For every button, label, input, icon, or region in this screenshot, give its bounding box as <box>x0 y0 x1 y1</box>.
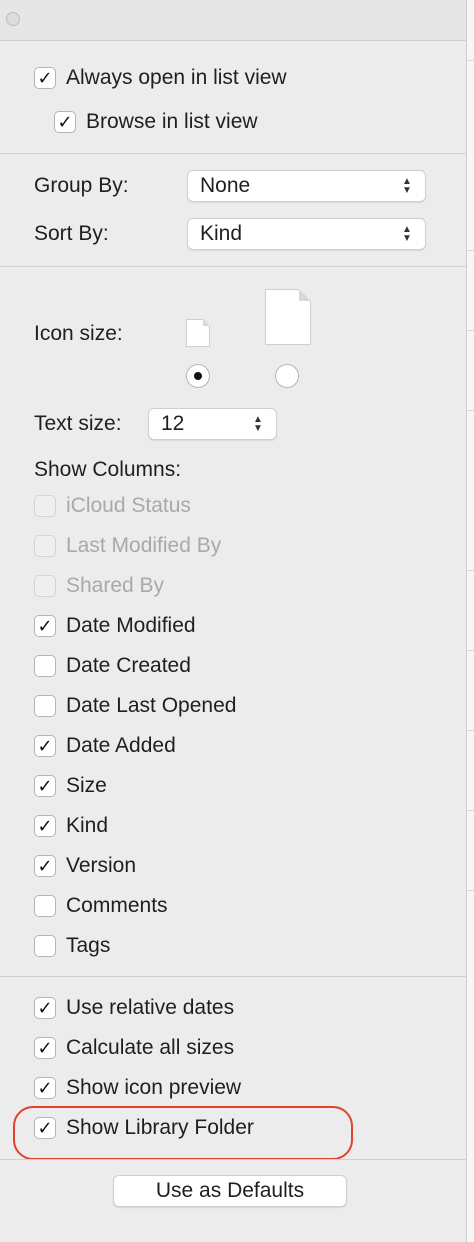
bg-line <box>467 890 474 891</box>
column-label: Last Modified By <box>66 534 222 557</box>
bg-line <box>467 650 474 651</box>
view-options-panel: ✓ Always open in list view ✓ Browse in l… <box>0 0 466 1242</box>
radio-selected-dot <box>194 372 202 380</box>
column-option: Shared By <box>34 572 164 600</box>
bg-line <box>467 60 474 61</box>
group-by-value: None <box>200 174 251 197</box>
large-document-icon <box>265 289 311 345</box>
column-checkbox[interactable] <box>34 935 56 957</box>
column-checkbox[interactable] <box>34 895 56 917</box>
column-label: Version <box>66 854 137 877</box>
column-checkbox[interactable]: ✓ <box>34 775 56 797</box>
text-size-value: 12 <box>161 412 185 435</box>
highlight-annotation <box>13 1106 353 1160</box>
chevron-updown-icon: ▲ ▼ <box>402 224 412 244</box>
option-checkbox[interactable]: ✓ <box>34 1077 56 1099</box>
option-label: Use relative dates <box>66 996 235 1019</box>
divider <box>0 266 466 267</box>
bg-line <box>467 250 474 251</box>
column-option[interactable]: Comments <box>34 892 168 920</box>
column-label: iCloud Status <box>66 494 191 517</box>
group-by-select[interactable]: None ▲ ▼ <box>187 170 426 202</box>
small-document-icon <box>186 319 210 347</box>
column-option[interactable]: Date Last Opened <box>34 692 236 720</box>
text-size-label: Text size: <box>34 412 122 435</box>
column-checkbox <box>34 535 56 557</box>
column-label: Date Last Opened <box>66 694 237 717</box>
column-label: Date Created <box>66 654 191 677</box>
column-label: Size <box>66 774 107 797</box>
divider <box>0 1159 466 1160</box>
column-label: Date Added <box>66 734 176 757</box>
column-label: Date Modified <box>66 614 196 637</box>
option-checkbox[interactable]: ✓ <box>34 1037 56 1059</box>
chevron-updown-icon: ▲ ▼ <box>402 176 412 196</box>
column-label: Kind <box>66 814 109 837</box>
show-columns-label: Show Columns: <box>34 458 182 481</box>
divider <box>0 153 466 154</box>
column-checkbox[interactable]: ✓ <box>34 855 56 877</box>
option-checkbox[interactable]: ✓ <box>34 997 56 1019</box>
always-open-checkbox[interactable]: ✓ <box>34 67 56 89</box>
column-checkbox[interactable] <box>34 655 56 677</box>
option-label: Show icon preview <box>66 1076 242 1099</box>
chevron-updown-icon: ▲ ▼ <box>253 414 263 434</box>
column-option[interactable]: Date Created <box>34 652 191 680</box>
browse-label: Browse in list view <box>86 110 258 133</box>
title-bar <box>0 0 466 41</box>
column-option[interactable]: ✓ Date Added <box>34 732 176 760</box>
bg-line <box>467 810 474 811</box>
column-checkbox <box>34 495 56 517</box>
column-option[interactable]: ✓ Version <box>34 852 136 880</box>
bg-line <box>467 330 474 331</box>
column-label: Comments <box>66 894 168 917</box>
text-size-select[interactable]: 12 ▲ ▼ <box>148 408 277 440</box>
sort-by-label: Sort By: <box>34 222 109 245</box>
sort-by-value: Kind <box>200 222 243 245</box>
bg-line <box>467 410 474 411</box>
icon-size-large-radio[interactable] <box>275 364 299 388</box>
column-option[interactable]: ✓ Date Modified <box>34 612 196 640</box>
divider <box>0 976 466 977</box>
column-checkbox[interactable]: ✓ <box>34 815 56 837</box>
column-checkbox[interactable]: ✓ <box>34 615 56 637</box>
column-checkbox <box>34 575 56 597</box>
icon-size-small-radio[interactable] <box>186 364 210 388</box>
option-row[interactable]: ✓ Calculate all sizes <box>34 1034 234 1062</box>
column-checkbox[interactable] <box>34 695 56 717</box>
use-as-defaults-button[interactable]: Use as Defaults <box>113 1175 347 1207</box>
bg-line <box>467 730 474 731</box>
background-window <box>466 0 474 1242</box>
bg-line <box>467 570 474 571</box>
always-open-label: Always open in list view <box>66 66 287 89</box>
column-option[interactable]: Tags <box>34 932 110 960</box>
close-window-button[interactable] <box>6 12 20 26</box>
column-checkbox[interactable]: ✓ <box>34 735 56 757</box>
column-option: Last Modified By <box>34 532 221 560</box>
column-option: iCloud Status <box>34 492 191 520</box>
option-row[interactable]: ✓ Show icon preview <box>34 1074 241 1102</box>
group-by-label: Group By: <box>34 174 129 197</box>
always-open-list-view-option[interactable]: ✓ Always open in list view <box>34 64 287 92</box>
column-option[interactable]: ✓ Kind <box>34 812 108 840</box>
browse-list-view-option[interactable]: ✓ Browse in list view <box>54 108 258 136</box>
option-row[interactable]: ✓ Use relative dates <box>34 994 234 1022</box>
column-option[interactable]: ✓ Size <box>34 772 107 800</box>
icon-size-label: Icon size: <box>34 322 123 345</box>
column-label: Shared By <box>66 574 165 597</box>
column-label: Tags <box>66 934 111 957</box>
option-label: Calculate all sizes <box>66 1036 235 1059</box>
sort-by-select[interactable]: Kind ▲ ▼ <box>187 218 426 250</box>
browse-checkbox[interactable]: ✓ <box>54 111 76 133</box>
